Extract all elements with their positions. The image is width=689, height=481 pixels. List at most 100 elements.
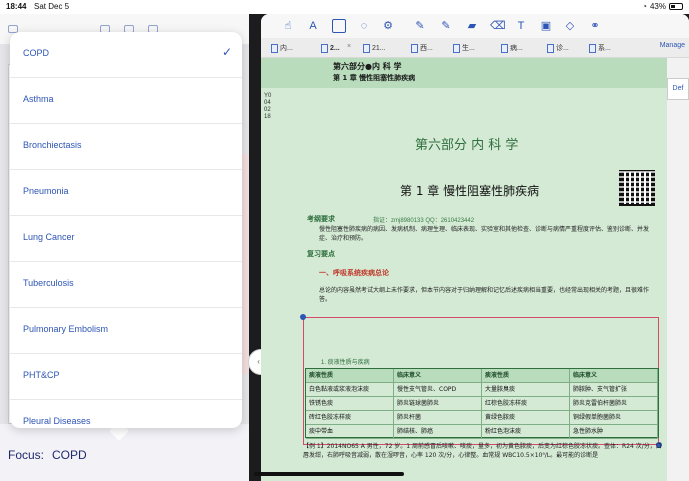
text-tool-icon[interactable]: A <box>306 19 320 33</box>
pen2-icon[interactable]: ✎ <box>439 19 453 33</box>
tab-label: 诊... <box>556 45 569 52</box>
tab-label: 系... <box>598 45 611 52</box>
running-header-chapter: 第 1 章 慢性阻塞性肺疾病 <box>333 74 416 82</box>
section-review-title: 复习要点 <box>307 251 335 258</box>
tab-document[interactable]: 内... <box>271 41 293 55</box>
dropdown-item-bronchiectasis[interactable]: Bronchiectasis <box>10 124 242 170</box>
dropdown-item-label: Asthma <box>23 94 54 104</box>
tab-document[interactable]: 生... <box>453 41 475 55</box>
focus-label: Focus: <box>8 448 45 462</box>
table-cell: 黄绿色脓痰 <box>482 411 570 425</box>
highlighter-icon[interactable]: ▰ <box>465 19 479 33</box>
table-header-cell: 临床意义 <box>394 369 482 383</box>
example-question: 【例 1】2014NO65 A 男性，72 岁。1 周前感冒后咳嗽、咳痰，量多，… <box>303 442 663 460</box>
dropdown-item-label: Bronchiectasis <box>23 140 82 150</box>
focus-value[interactable]: COPD <box>52 448 87 462</box>
dropdown-item-copd[interactable]: COPD ✓ <box>10 32 242 78</box>
status-time: 18:44 <box>6 2 27 11</box>
annotation-toolbar: ☝ A ◌ ⚙ ✎ ✎ ▰ ⌫ T ▣ ◇ ⚭ <box>261 14 689 38</box>
checkmark-icon: ✓ <box>221 45 232 59</box>
battery-icon <box>669 3 683 10</box>
image-icon[interactable]: ▣ <box>539 19 553 33</box>
tab-document[interactable]: 21... <box>363 41 386 55</box>
dropdown-item-label: Pleural Diseases <box>23 416 91 426</box>
table-cell: 肺结核、肺癌 <box>394 425 482 439</box>
pointer-icon[interactable]: ☝ <box>281 19 295 33</box>
tab-document[interactable]: 西... <box>411 41 433 55</box>
focus-bar[interactable]: Focus: COPD <box>0 442 249 481</box>
side-code: Y0040218 <box>264 93 272 120</box>
document-page: 第六部分●内 科 学 第 1 章 慢性阻塞性肺疾病 Y0040218 第六部分 … <box>261 58 667 481</box>
chapter-title: 第 1 章 慢性阻塞性肺疾病 <box>400 184 540 198</box>
status-bar: 18:44 Sat Dec 5 ◔ 43% <box>0 0 689 14</box>
rect-select-icon[interactable] <box>332 19 346 33</box>
close-tab-icon[interactable]: × <box>347 43 355 51</box>
table-cell: 肺炎链球菌肺炎 <box>394 397 482 411</box>
dropdown-item-label: Tuberculosis <box>23 278 74 288</box>
home-indicator[interactable] <box>254 472 404 476</box>
document-icon <box>271 43 278 53</box>
pen-icon[interactable]: ✎ <box>413 19 427 33</box>
dropdown-item-asthma[interactable]: Asthma <box>10 78 242 124</box>
section-requirements-text: 慢性阻塞性肺疾病的病因、发病机制、病理生理、临床表现、实验室和其他检查、诊断与病… <box>319 226 650 242</box>
dropdown-item-label: COPD <box>23 48 50 58</box>
document-tabs: 内... 2... × 21... 西... 生... 病... 诊... 系.… <box>261 38 689 58</box>
lasso-icon[interactable]: ◌ <box>357 19 371 33</box>
table-cell: 粉红色泡沫痰 <box>482 425 570 439</box>
document-icon <box>363 43 370 53</box>
table-title: 1. 痰液性质与疾病 <box>321 360 370 366</box>
dropdown-item-pleural-diseases[interactable]: Pleural Diseases <box>10 400 242 428</box>
table-header-cell: 痰液性质 <box>482 369 570 383</box>
tab-label: 内... <box>280 45 293 52</box>
page-header-band: 第六部分●内 科 学 第 1 章 慢性阻塞性肺疾病 <box>261 58 667 88</box>
dropdown-item-label: Pneumonia <box>23 186 69 196</box>
manage-tabs-button[interactable]: Manage <box>660 42 685 49</box>
tab-document[interactable]: 系... <box>589 41 611 55</box>
dropdown-item-pneumonia[interactable]: Pneumonia <box>10 170 242 216</box>
table-header-cell: 临床意义 <box>570 369 658 383</box>
example-stem: 【例 1】2014NO65 A 男性，72 岁。1 周前感冒后咳嗽、咳痰，量多，… <box>303 443 662 459</box>
textbox-icon[interactable]: T <box>514 19 528 33</box>
document-icon <box>547 43 554 53</box>
document-icon <box>589 43 596 53</box>
document-icon <box>321 43 328 53</box>
table-cell: 铁锈色痰 <box>306 397 394 411</box>
dropdown-item-pulmonary-embolism[interactable]: Pulmonary Embolism <box>10 308 242 354</box>
part-title: 第六部分 内 科 学 <box>415 138 519 153</box>
dropdown-item-pht-cp[interactable]: PHT&CP <box>10 354 242 400</box>
table-cell: 肺脓肿、支气管扩张 <box>570 383 658 397</box>
eraser-icon[interactable]: ⌫ <box>490 19 506 33</box>
section-requirements-note: 指证：zmj8980133 QQ：2610423442 <box>373 218 475 224</box>
magic-wand-icon[interactable]: ⚙ <box>381 19 395 33</box>
dropdown-item-label: Pulmonary Embolism <box>23 324 109 334</box>
section-requirements-title: 考纲要求 <box>307 216 335 223</box>
dropdown-item-label: Lung Cancer <box>23 232 75 242</box>
split-divider[interactable] <box>249 14 261 481</box>
wifi-icon: ◔ <box>642 2 647 11</box>
link-icon[interactable]: ⚭ <box>588 19 602 33</box>
table-cell: 慢性支气管炎、COPD <box>394 383 482 397</box>
sputum-table: 痰液性质 临床意义 痰液性质 临床意义 白色黏液或浆液泡沫痰 慢性支气管炎、COPD 大量脓… <box>305 368 659 439</box>
tab-label: 21... <box>372 44 386 52</box>
status-date: Sat Dec 5 <box>34 2 70 11</box>
dropdown-item-tuberculosis[interactable]: Tuberculosis <box>10 262 242 308</box>
table-cell: 铜绿假单胞菌肺炎 <box>570 411 658 425</box>
shape-icon[interactable]: ◇ <box>563 19 577 33</box>
document-icon <box>501 43 508 53</box>
selection-handle[interactable] <box>300 314 306 320</box>
status-right: ◔ 43% <box>642 2 683 11</box>
dropdown-item-lung-cancer[interactable]: Lung Cancer <box>10 216 242 262</box>
table-cell: 大量脓臭痰 <box>482 383 570 397</box>
definition-button[interactable]: Def <box>667 78 689 100</box>
battery-percent: 43% <box>649 2 666 11</box>
table-cell: 砖红色胶冻样痰 <box>306 411 394 425</box>
tab-label: 2... <box>330 44 340 52</box>
table-cell: 白色黏液或浆液泡沫痰 <box>306 383 394 397</box>
tab-document[interactable]: 诊... <box>547 41 569 55</box>
tab-document[interactable]: 病... <box>501 41 523 55</box>
running-header-part: 第六部分●内 科 学 <box>333 62 402 71</box>
subsection-text: 总论的内容虽然考试大纲上未作要求，但本节内容对于归纳理解和记忆后述疾病相当重要，… <box>319 287 650 303</box>
tab-document-active[interactable]: 2... <box>321 41 340 55</box>
subsection-title: 一、呼吸系统疾病总论 <box>319 270 389 277</box>
document-icon <box>453 43 460 53</box>
